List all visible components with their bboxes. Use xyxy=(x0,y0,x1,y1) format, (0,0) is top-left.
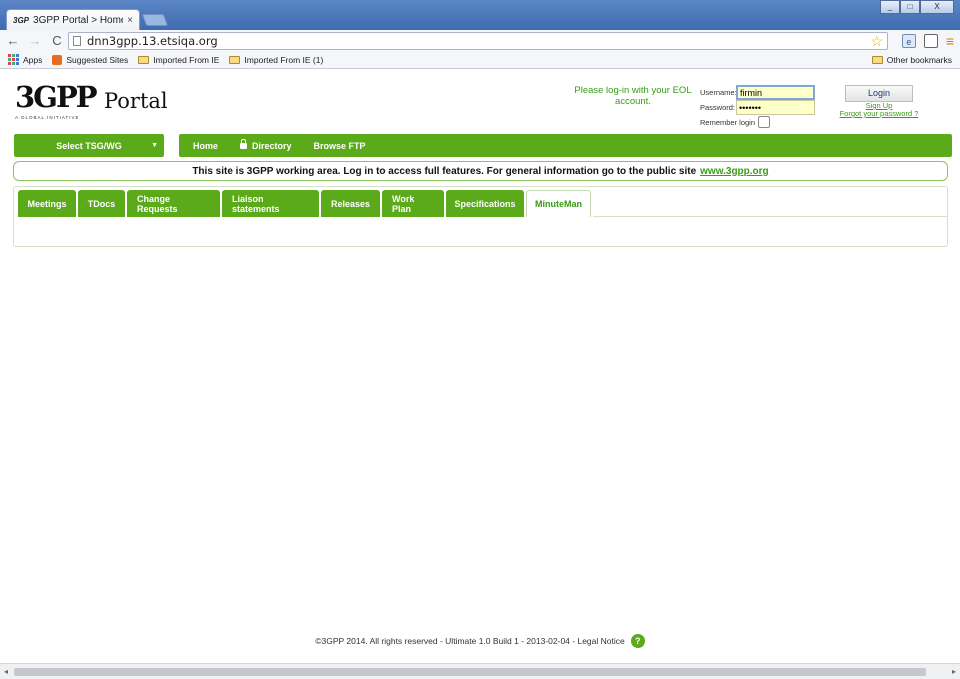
new-tab-button[interactable] xyxy=(141,14,169,26)
reload-icon[interactable]: C xyxy=(50,33,64,48)
suggested-sites-icon xyxy=(52,54,63,65)
nav-label: Home xyxy=(193,140,219,151)
username-label: Username: xyxy=(700,88,737,97)
menu-icon[interactable]: ≡ xyxy=(946,33,954,49)
footer: ©3GPP 2014. All rights reserved - Ultima… xyxy=(0,634,960,648)
forgot-password-link[interactable]: Forgot your password ? xyxy=(836,110,922,118)
account-links: Sign Up Forgot your password ? xyxy=(836,102,922,118)
login-form: Username: Password: Remember login xyxy=(700,85,815,128)
page-icon xyxy=(73,36,81,46)
login-button[interactable]: Login xyxy=(845,85,913,102)
bookmark-label: Suggested Sites xyxy=(66,54,129,65)
footer-text: ©3GPP 2014. All rights reserved - Ultima… xyxy=(315,636,625,646)
bookmarks-bar: Apps Suggested Sites Imported From IE Im… xyxy=(0,51,960,69)
select-tsg-dropdown[interactable]: Select TSG/WG ▼ xyxy=(14,134,164,157)
notice-text: This site is 3GPP working area. Log in t… xyxy=(192,165,697,177)
minimize-button[interactable]: _ xyxy=(880,0,900,14)
scrollbar-thumb[interactable] xyxy=(14,668,926,676)
tab-work-plan[interactable]: Work Plan xyxy=(382,190,444,217)
help-icon[interactable]: ? xyxy=(630,634,645,648)
browser-tab[interactable]: 3GP 3GPP Portal > Home × xyxy=(6,9,140,30)
nav-directory[interactable]: Directory xyxy=(240,138,292,151)
bookmark-other[interactable]: Other bookmarks xyxy=(871,54,952,65)
tab-meetings[interactable]: Meetings xyxy=(18,190,76,217)
tab-close-icon[interactable]: × xyxy=(127,15,133,26)
folder-icon xyxy=(229,55,241,64)
password-field[interactable] xyxy=(736,100,815,115)
close-window-button[interactable]: X xyxy=(920,0,954,14)
username-field[interactable] xyxy=(736,85,815,100)
back-icon[interactable]: ← xyxy=(6,33,20,48)
cast-icon[interactable] xyxy=(923,34,938,48)
forward-icon[interactable]: → xyxy=(28,33,42,48)
lock-icon xyxy=(240,138,248,150)
main-nav: Home Directory Browse FTP xyxy=(179,134,952,157)
login-message: Please log-in with your EOL account. xyxy=(574,85,692,107)
bookmark-suggested-sites[interactable]: Suggested Sites xyxy=(52,54,129,65)
bookmark-label: Other bookmarks xyxy=(886,54,952,65)
maximize-button[interactable]: □ xyxy=(900,0,920,14)
bookmark-imported-ie[interactable]: Imported From IE xyxy=(138,55,219,65)
scroll-left-icon[interactable]: ◂ xyxy=(4,667,8,676)
tab-favicon-icon: 3GP xyxy=(13,15,30,25)
3gpp-logo[interactable]: 3GPP A GLOBAL INITIATIVE xyxy=(15,80,98,120)
tabs-panel: Meetings TDocs Change Requests Liaison s… xyxy=(13,186,948,247)
remember-login-label: Remember login xyxy=(700,117,756,127)
tab-releases[interactable]: Releases xyxy=(321,190,380,217)
nav-home[interactable]: Home xyxy=(193,141,218,151)
nav-label: Browse FTP xyxy=(313,140,366,151)
remember-login-checkbox[interactable] xyxy=(758,116,771,128)
tab-tdocs[interactable]: TDocs xyxy=(78,190,125,217)
tabs-divider xyxy=(593,216,947,217)
folder-icon xyxy=(138,55,150,64)
tab-change-requests[interactable]: Change Requests xyxy=(127,190,220,217)
tab-liaison-statements[interactable]: Liaison statements xyxy=(222,190,319,217)
horizontal-scrollbar[interactable]: ◂ ▸ xyxy=(0,663,960,679)
nav-browse-ftp[interactable]: Browse FTP xyxy=(314,141,366,151)
info-notice: This site is 3GPP working area. Log in t… xyxy=(13,161,948,181)
portal-tabs: Meetings TDocs Change Requests Liaison s… xyxy=(18,190,591,217)
portal-logo-text: Portal xyxy=(104,89,168,113)
public-site-link[interactable]: www.3gpp.org xyxy=(700,166,769,177)
extension-icons: e ≡ xyxy=(901,32,954,50)
url-text[interactable]: dnn3gpp.13.etsiqa.org xyxy=(87,34,864,48)
bookmark-label: Apps xyxy=(23,54,43,65)
scroll-right-icon[interactable]: ▸ xyxy=(952,667,956,676)
window-titlebar: 3GP 3GPP Portal > Home × _ □ X xyxy=(0,0,960,30)
bookmark-apps[interactable]: Apps xyxy=(8,54,42,65)
star-icon[interactable]: ☆ xyxy=(870,33,883,50)
tab-title: 3GPP Portal > Home xyxy=(33,14,124,26)
logo-tagline: A GLOBAL INITIATIVE xyxy=(15,115,80,120)
bookmark-label: Imported From IE xyxy=(153,54,220,65)
nav-label: Directory xyxy=(252,140,292,151)
chevron-down-icon: ▼ xyxy=(151,142,158,149)
password-label: Password: xyxy=(700,103,736,112)
bookmark-imported-ie-1[interactable]: Imported From IE (1) xyxy=(229,55,323,65)
tab-minuteman[interactable]: MinuteMan xyxy=(526,190,591,217)
tab-specifications[interactable]: Specifications xyxy=(446,190,524,217)
bookmark-label: Imported From IE (1) xyxy=(244,54,324,65)
apps-icon xyxy=(8,54,19,65)
extension-icon[interactable]: e xyxy=(901,34,916,48)
logo-mark: 3GPP xyxy=(15,80,98,114)
address-bar[interactable]: dnn3gpp.13.etsiqa.org ☆ xyxy=(68,32,888,50)
window-controls: _ □ X xyxy=(880,0,954,14)
folder-icon xyxy=(871,55,883,64)
select-tsg-label: Select TSG/WG xyxy=(56,140,122,151)
